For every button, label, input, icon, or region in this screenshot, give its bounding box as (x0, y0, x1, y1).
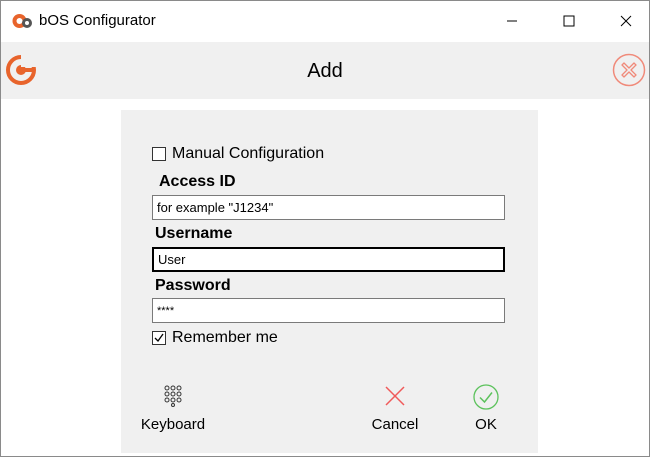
keyboard-button[interactable]: Keyboard (137, 385, 209, 433)
username-input[interactable] (152, 247, 505, 272)
keyboard-label: Keyboard (140, 416, 206, 433)
close-icon (620, 15, 632, 27)
cancel-label: Cancel (371, 416, 419, 433)
header-bar: Add (1, 42, 649, 99)
manual-configuration-label: Manual Configuration (172, 145, 325, 162)
remember-me-checkbox[interactable]: Remember me (152, 329, 278, 347)
x-icon (385, 386, 405, 406)
configurator-window: bOS Configurator Add Manual Configuratio… (0, 0, 650, 457)
ok-label: OK (475, 416, 497, 433)
username-label: Username (155, 225, 233, 242)
password-label: Password (155, 277, 231, 294)
access-id-input[interactable] (152, 195, 505, 220)
checkbox-box[interactable] (152, 331, 166, 345)
check-circle-icon (473, 384, 499, 410)
page-title: Add (307, 60, 343, 82)
password-input[interactable] (152, 298, 505, 323)
cancel-button[interactable]: Cancel (361, 385, 429, 433)
remember-me-label: Remember me (172, 329, 278, 346)
window-close-button[interactable] (603, 1, 649, 41)
checkmark-icon (154, 333, 164, 343)
ok-button[interactable]: OK (461, 384, 511, 433)
maximize-icon (563, 15, 575, 27)
bos-gear-icon (12, 14, 32, 28)
window-title: bOS Configurator (39, 12, 156, 29)
title-bar[interactable]: bOS Configurator (1, 1, 649, 41)
access-id-label: Access ID (159, 173, 236, 190)
checkbox-box[interactable] (152, 147, 166, 161)
minimize-icon (507, 20, 517, 22)
manual-configuration-checkbox[interactable]: Manual Configuration (152, 145, 324, 163)
maximize-button[interactable] (546, 1, 592, 41)
close-circle-icon[interactable] (612, 53, 646, 87)
minimize-button[interactable] (489, 1, 535, 41)
add-form-panel: Manual Configuration Access ID Username … (121, 110, 538, 453)
keypad-icon (164, 385, 182, 407)
